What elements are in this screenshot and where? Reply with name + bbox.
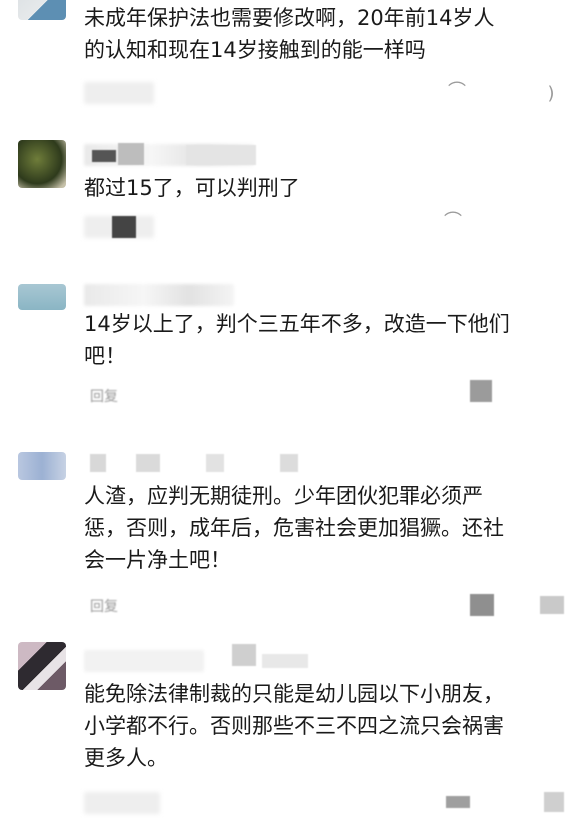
reply-button[interactable]: 回复 xyxy=(90,596,118,616)
comment-icon[interactable]: ⌒ xyxy=(442,212,464,232)
comment-icon[interactable]: ⌒ xyxy=(446,82,468,102)
comment-text: 能免除法律制裁的只能是幼儿园以下小朋友， 小学都不行。否则那些不三不四之流只会祸… xyxy=(84,682,504,770)
comment-text: 人渣，应判无期徒刑。少年团伙犯罪必须严 惩，否则，成年后，危害社会更加猖獗。还社… xyxy=(84,484,504,572)
comment-text: 14岁以上了，判个三五年不多，改造一下他们 吧！ xyxy=(84,312,510,368)
like-icon[interactable] xyxy=(540,596,564,614)
avatar[interactable] xyxy=(18,140,66,188)
comment-text: 都过15了，可以判刑了 xyxy=(84,176,300,200)
comment-text: 未成年保护法也需要修改啊，20年前14岁人 的认知和现在14岁接触到的能一样吗 xyxy=(84,6,495,62)
comment-icon[interactable] xyxy=(446,796,470,808)
comment-icon[interactable] xyxy=(470,594,494,616)
comment-time xyxy=(84,792,160,814)
avatar[interactable] xyxy=(18,0,66,20)
avatar[interactable] xyxy=(18,284,66,310)
comment-time-block xyxy=(112,216,136,238)
avatar[interactable] xyxy=(18,452,66,480)
username[interactable] xyxy=(84,650,204,672)
like-icon[interactable] xyxy=(544,792,564,812)
like-icon[interactable]: ) xyxy=(540,84,562,104)
reply-button[interactable]: 回复 xyxy=(90,386,118,406)
comment-time xyxy=(84,82,154,104)
avatar[interactable] xyxy=(18,642,66,690)
like-icon[interactable] xyxy=(470,380,492,402)
username[interactable] xyxy=(84,284,234,306)
